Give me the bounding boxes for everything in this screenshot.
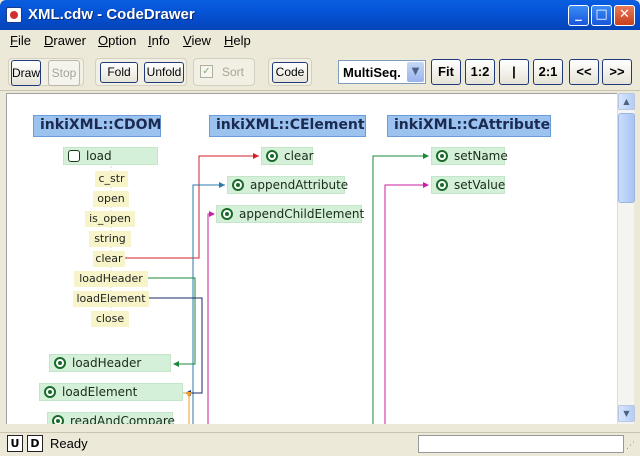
link-set-name-arrow xyxy=(423,153,429,159)
scroll-down-icon[interactable]: ▼ xyxy=(618,405,635,422)
title-bar[interactable]: XML.cdw - CodeDrawer _ □ ✕ xyxy=(0,0,640,30)
class-header-cdom[interactable]: inkiXML::CDOM xyxy=(33,115,161,137)
link-set-value-arrow xyxy=(423,182,429,188)
sort-label: Sort xyxy=(222,65,245,79)
minimize-button[interactable]: _ xyxy=(568,5,589,26)
scroll-up-icon[interactable]: ▲ xyxy=(618,93,635,110)
method-load-header[interactable]: loadHeader xyxy=(49,354,171,372)
link-return-arrow xyxy=(186,392,192,398)
method-read-and-compare[interactable]: readAndCompare xyxy=(47,412,175,424)
status-field xyxy=(418,435,624,453)
code-button[interactable]: Code xyxy=(272,62,308,83)
class-header-celement[interactable]: inkiXML::CElement xyxy=(209,115,366,137)
link-append-attribute-arrow xyxy=(219,182,225,188)
link-load-element xyxy=(148,297,203,394)
resize-grip-icon[interactable]: ⋰ xyxy=(626,441,636,453)
unfold-button[interactable]: Unfold xyxy=(144,62,184,83)
view-mode-value: MultiSeq. xyxy=(343,65,401,80)
method-label: loadElement xyxy=(62,385,138,399)
method-icon xyxy=(221,208,233,220)
link-append-child-arrow xyxy=(209,211,215,217)
method-icon xyxy=(436,150,448,162)
method-load-element[interactable]: loadElement xyxy=(39,383,183,401)
fold-button[interactable]: Fold xyxy=(100,62,138,83)
method-append-child-element[interactable]: appendChildElement xyxy=(216,205,365,223)
status-text: Ready xyxy=(50,436,88,451)
method-label: setName xyxy=(454,149,508,163)
call-c-str[interactable]: c_str xyxy=(95,171,128,187)
method-append-attribute[interactable]: appendAttribute xyxy=(227,176,349,194)
close-button[interactable]: ✕ xyxy=(614,5,635,26)
link-load-header xyxy=(148,277,196,365)
menu-drawer[interactable]: Drawer xyxy=(44,33,86,48)
app-icon xyxy=(6,7,22,23)
fit-button[interactable]: Fit xyxy=(431,59,461,85)
method-label: load xyxy=(86,149,112,163)
method-load[interactable]: load xyxy=(63,147,158,165)
menu-file[interactable]: File xyxy=(10,33,31,48)
sort-checkbox[interactable]: ✓ Sort xyxy=(196,62,254,83)
menu-help[interactable]: Help xyxy=(224,33,251,48)
previous-button[interactable]: << xyxy=(569,59,599,85)
checkmark-icon: ✓ xyxy=(200,65,213,78)
call-load-element[interactable]: loadElement xyxy=(73,291,149,307)
method-set-value[interactable]: setValue xyxy=(431,176,505,194)
method-label: readAndCompare xyxy=(70,414,175,424)
method-icon xyxy=(68,150,80,162)
zoom-half-button[interactable]: 1:2 xyxy=(465,59,495,85)
link-set-name xyxy=(372,155,427,424)
zoom-one-button[interactable]: | xyxy=(499,59,529,85)
next-button[interactable]: >> xyxy=(602,59,632,85)
method-set-name[interactable]: setName xyxy=(431,147,508,165)
draw-button[interactable]: Draw xyxy=(11,60,41,86)
link-clear-arrow xyxy=(253,153,259,159)
call-string[interactable]: string xyxy=(89,231,131,247)
view-mode-select[interactable]: MultiSeq. ▼ xyxy=(338,60,426,84)
method-celement-clear[interactable]: clear xyxy=(261,147,314,165)
call-load-header[interactable]: loadHeader xyxy=(74,271,148,287)
method-icon xyxy=(266,150,278,162)
menu-bar: File Drawer Option Info View Help xyxy=(0,30,640,51)
window-title: XML.cdw - CodeDrawer xyxy=(28,6,195,23)
chevron-down-icon[interactable]: ▼ xyxy=(407,62,424,82)
menu-view[interactable]: View xyxy=(183,33,211,48)
toolbar: Draw Stop Fold Unfold ✓ Sort Code MultiS… xyxy=(0,51,640,91)
method-label: setValue xyxy=(454,178,506,192)
method-icon xyxy=(44,386,56,398)
method-icon xyxy=(436,179,448,191)
menu-option[interactable]: Option xyxy=(98,33,136,48)
method-label: loadHeader xyxy=(72,356,142,370)
call-close[interactable]: close xyxy=(91,311,129,327)
maximize-button[interactable]: □ xyxy=(591,5,612,26)
class-header-cattribute[interactable]: inkiXML::CAttribute xyxy=(387,115,551,137)
status-bar: U D Ready ⋰ xyxy=(0,432,640,456)
stop-button[interactable]: Stop xyxy=(48,60,80,86)
scroll-thumb[interactable] xyxy=(618,113,635,203)
link-append-child xyxy=(207,213,214,424)
diagram-canvas[interactable]: inkiXML::CDOM inkiXML::CElement inkiXML:… xyxy=(6,93,617,424)
call-clear[interactable]: clear xyxy=(93,251,125,267)
d-button[interactable]: D xyxy=(27,435,43,452)
method-label: appendAttribute xyxy=(250,178,349,192)
link-load-header-arrow xyxy=(173,361,179,367)
method-label: clear xyxy=(284,149,314,163)
call-is-open[interactable]: is_open xyxy=(85,211,135,227)
link-set-value xyxy=(384,184,427,424)
zoom-double-button[interactable]: 2:1 xyxy=(533,59,563,85)
menu-info[interactable]: Info xyxy=(148,33,170,48)
method-label: appendChildElement xyxy=(239,207,365,221)
method-icon xyxy=(232,179,244,191)
vertical-scrollbar[interactable]: ▲ ▼ xyxy=(617,93,635,424)
call-open[interactable]: open xyxy=(93,191,129,207)
u-button[interactable]: U xyxy=(7,435,23,452)
method-icon xyxy=(54,357,66,369)
method-icon xyxy=(52,415,64,424)
